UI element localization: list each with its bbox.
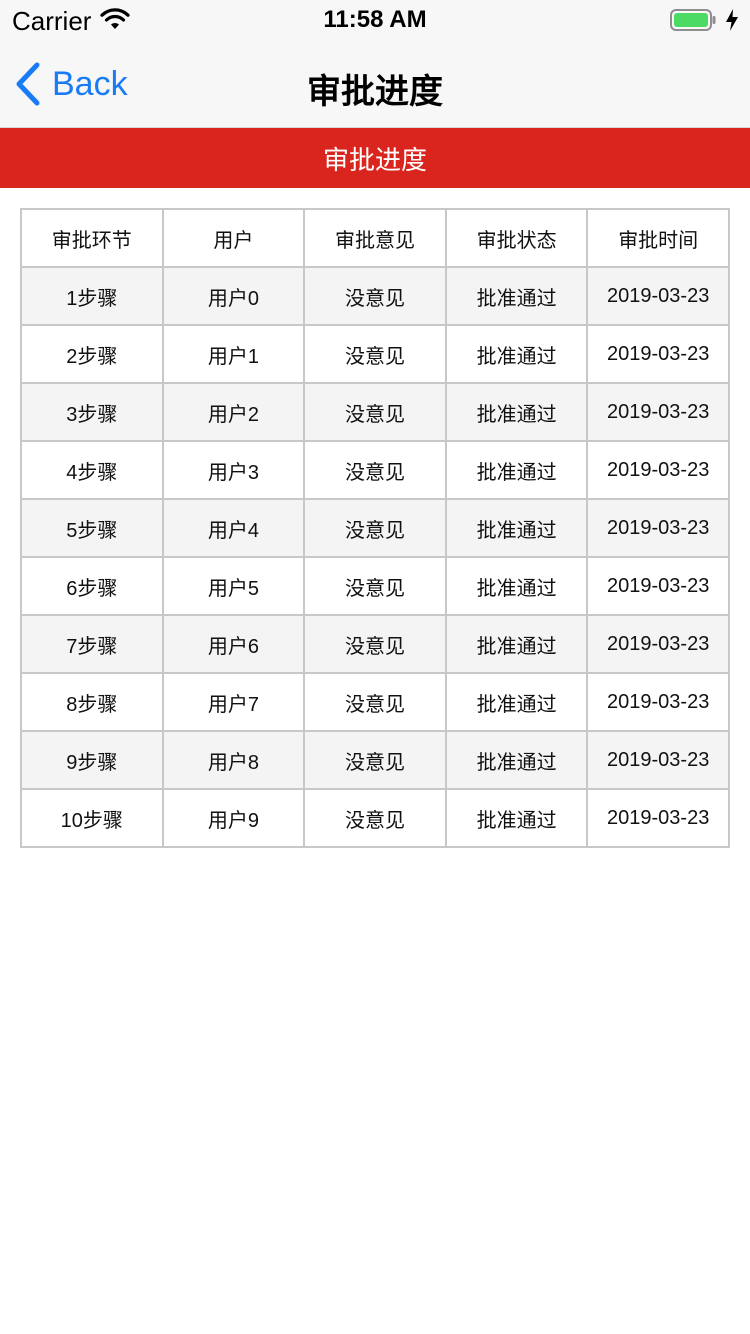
cell-stage: 4步骤 [20,440,164,500]
cell-status: 批准通过 [444,498,589,558]
cell-time: 2019-03-23 [586,556,730,616]
cell-user: 用户6 [161,614,306,674]
cell-stage: 10步骤 [20,788,164,848]
cell-status: 批准通过 [444,730,589,790]
table-row: 6步骤 用户5 没意见 批准通过 2019-03-23 [20,556,730,616]
cell-status: 批准通过 [444,440,589,500]
cell-time: 2019-03-23 [586,382,730,442]
cell-opinion: 没意见 [303,266,447,326]
cell-user: 用户9 [161,788,306,848]
header-stage: 审批环节 [20,208,164,268]
cell-user: 用户8 [161,730,306,790]
table-row: 2步骤 用户1 没意见 批准通过 2019-03-23 [20,324,730,384]
navigation-bar: Back 审批进度 [0,40,750,128]
cell-status: 批准通过 [444,788,589,848]
cell-user: 用户5 [161,556,306,616]
cell-stage: 7步骤 [20,614,164,674]
table-row: 5步骤 用户4 没意见 批准通过 2019-03-23 [20,498,730,558]
cell-stage: 1步骤 [20,266,164,326]
cell-stage: 5步骤 [20,498,164,558]
section-banner: 审批进度 [0,128,750,188]
cell-time: 2019-03-23 [586,266,730,326]
cell-time: 2019-03-23 [586,788,730,848]
status-time: 11:58 AM [323,6,427,33]
charging-bolt-icon [726,9,738,31]
cell-time: 2019-03-23 [586,498,730,558]
header-status: 审批状态 [444,208,589,268]
cell-opinion: 没意见 [303,672,447,732]
cell-opinion: 没意见 [303,382,447,442]
cell-user: 用户4 [161,498,306,558]
table-row: 4步骤 用户3 没意见 批准通过 2019-03-23 [20,440,730,500]
approval-table: 审批环节 用户 审批意见 审批状态 审批时间 1步骤 用户0 没意见 批准通过 … [20,208,730,848]
cell-opinion: 没意见 [303,614,447,674]
cell-user: 用户2 [161,382,306,442]
table-row: 3步骤 用户2 没意见 批准通过 2019-03-23 [20,382,730,442]
table-row: 1步骤 用户0 没意见 批准通过 2019-03-23 [20,266,730,326]
cell-status: 批准通过 [444,324,589,384]
table-row: 8步骤 用户7 没意见 批准通过 2019-03-23 [20,672,730,732]
cell-status: 批准通过 [444,614,589,674]
table-row: 9步骤 用户8 没意见 批准通过 2019-03-23 [20,730,730,790]
cell-time: 2019-03-23 [586,440,730,500]
cell-opinion: 没意见 [303,788,447,848]
cell-status: 批准通过 [444,556,589,616]
header-time: 审批时间 [586,208,730,268]
cell-status: 批准通过 [444,266,589,326]
cell-opinion: 没意见 [303,498,447,558]
cell-stage: 6步骤 [20,556,164,616]
cell-stage: 2步骤 [20,324,164,384]
cell-time: 2019-03-23 [586,324,730,384]
banner-title: 审批进度 [322,144,427,175]
cell-status: 批准通过 [444,672,589,732]
page-title: 审批进度 [307,73,443,111]
cell-user: 用户7 [161,672,306,732]
cell-stage: 9步骤 [20,730,164,790]
cell-user: 用户0 [161,266,306,326]
header-opinion: 审批意见 [303,208,447,268]
cell-user: 用户1 [161,324,306,384]
battery-icon [670,9,716,31]
status-bar: Carrier 11:58 AM [0,0,750,40]
cell-time: 2019-03-23 [586,672,730,732]
cell-opinion: 没意见 [303,440,447,500]
cell-user: 用户3 [161,440,306,500]
cell-opinion: 没意见 [303,730,447,790]
cell-status: 批准通过 [444,382,589,442]
table-row: 10步骤 用户9 没意见 批准通过 2019-03-23 [20,788,730,848]
cell-time: 2019-03-23 [586,614,730,674]
cell-opinion: 没意见 [303,556,447,616]
header-user: 用户 [161,208,306,268]
cell-time: 2019-03-23 [586,730,730,790]
table-header-row: 审批环节 用户 审批意见 审批状态 审批时间 [20,208,730,268]
table-row: 7步骤 用户6 没意见 批准通过 2019-03-23 [20,614,730,674]
cell-stage: 8步骤 [20,672,164,732]
cell-stage: 3步骤 [20,382,164,442]
cell-opinion: 没意见 [303,324,447,384]
